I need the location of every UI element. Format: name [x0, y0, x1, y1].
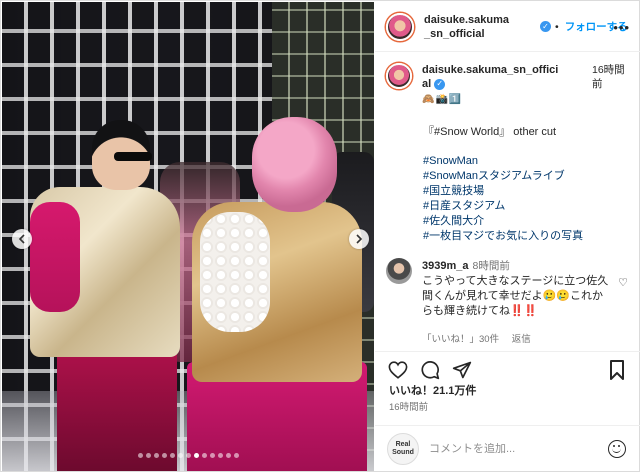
- carousel-dot: [209, 453, 215, 458]
- comment-body: 3939m_a 8時間前 こうやって大きなステージに立つ佐久間くんが見れて幸せだよ…: [422, 258, 612, 345]
- chevron-left-icon: [18, 234, 25, 244]
- like-button[interactable]: [387, 359, 409, 381]
- bookmark-icon: [610, 359, 624, 380]
- carousel-dot: [153, 453, 159, 458]
- caption-emoji: 🙈📸1️⃣: [422, 94, 463, 105]
- caption-time: 16時間 前: [592, 63, 628, 105]
- add-comment-bar: Real Sound: [375, 425, 640, 471]
- emoji-icon[interactable]: [608, 439, 626, 458]
- separator: •: [555, 20, 559, 33]
- carousel-dot: [217, 453, 223, 458]
- heart-icon: [388, 360, 408, 379]
- carousel-next-button[interactable]: [349, 229, 369, 249]
- carousel-dot: [201, 453, 207, 458]
- likes-count[interactable]: いいね！21.1万件: [389, 382, 476, 398]
- comment-meta: 「いいね！」30件 返信: [422, 331, 612, 345]
- comment-like-heart-icon[interactable]: ♡: [618, 258, 628, 345]
- share-icon: [452, 361, 472, 378]
- sunglasses: [114, 152, 152, 161]
- comment-text: こうやって大きなステージに立つ佐久間くんが見れて幸せだよ🥲🥲これからも輝き続けて…: [422, 274, 612, 319]
- carousel-dot: [193, 453, 199, 458]
- chevron-right-icon: [356, 234, 363, 244]
- post-timestamp: 16時間前: [389, 402, 429, 413]
- caption-text: 『#Snow World』 other cut: [423, 126, 557, 138]
- hashtag-link[interactable]: #SnowManスタジアムライブ: [423, 169, 640, 184]
- commenter-username[interactable]: 3939m_a: [422, 260, 469, 272]
- author-name-line1[interactable]: daisuke.sakuma: [424, 14, 509, 26]
- comment-icon: [421, 360, 440, 379]
- author-name-line2[interactable]: _sn_official: [424, 28, 485, 40]
- current-user-avatar: Real Sound: [387, 432, 419, 465]
- list-item: [375, 345, 640, 350]
- comment-item: 3939m_a 8時間前 こうやって大きなステージに立つ佐久間くんが見れて幸せだよ…: [375, 258, 640, 345]
- comments-section[interactable]: daisuke.sakuma_sn_offici al ✓ 🙈📸1️⃣ 16時間…: [375, 53, 640, 350]
- save-button[interactable]: [606, 359, 628, 381]
- hashtag-link[interactable]: #一枚目マジでお気に入りの写真: [423, 229, 640, 244]
- hashtag-link[interactable]: #日産スタジアム: [423, 199, 640, 214]
- caption-author-avatar[interactable]: [386, 63, 412, 89]
- comment-likes[interactable]: 「いいね！」30件: [422, 334, 499, 345]
- share-button[interactable]: [451, 359, 473, 381]
- carousel-dot: [145, 453, 151, 458]
- carousel-dot: [137, 453, 143, 458]
- hashtag-link[interactable]: #国立競技場: [423, 184, 640, 199]
- hashtag-list: #SnowMan #SnowManスタジアムライブ #国立競技場 #日産スタジア…: [423, 154, 640, 244]
- author-username[interactable]: daisuke.sakuma _sn_official: [424, 13, 536, 41]
- hashtag-link[interactable]: #SnowMan: [423, 154, 640, 169]
- caption-header: daisuke.sakuma_sn_offici al ✓ 🙈📸1️⃣ 16時間…: [375, 53, 640, 105]
- comment-button[interactable]: [419, 359, 441, 381]
- carousel-dot: [185, 453, 191, 458]
- carousel-dot: [161, 453, 167, 458]
- carousel-dot: [233, 453, 239, 458]
- post-photo[interactable]: [2, 2, 374, 471]
- author-avatar[interactable]: [386, 12, 414, 41]
- instagram-post-modal: daisuke.sakuma _sn_official ✓ • フォローする •…: [0, 0, 640, 472]
- comment-header: 3939m_a 8時間前: [422, 258, 612, 273]
- carousel-prev-button[interactable]: [12, 229, 32, 249]
- caption-time-line1: 16時間: [592, 64, 625, 76]
- carousel-dot: [169, 453, 175, 458]
- comment-input[interactable]: [429, 442, 599, 455]
- feather-epaulette: [200, 212, 270, 332]
- hashtag-link[interactable]: #佐久間大介: [423, 214, 640, 229]
- verified-icon: ✓: [540, 21, 551, 32]
- caption-author-name[interactable]: daisuke.sakuma_sn_offici: [422, 64, 558, 76]
- more-icon[interactable]: •••: [613, 20, 630, 35]
- caption-author: daisuke.sakuma_sn_offici al ✓ 🙈📸1️⃣: [422, 63, 592, 105]
- carousel-dot: [177, 453, 183, 458]
- caption-author-name-2[interactable]: al: [422, 78, 431, 90]
- comment-exclaim: ‼️‼️: [510, 305, 538, 317]
- performer-right-pink-hair: [252, 117, 337, 212]
- reply-button[interactable]: 返信: [512, 334, 531, 345]
- verified-icon: ✓: [434, 78, 446, 90]
- post-header: daisuke.sakuma _sn_official ✓ • フォローする •…: [375, 2, 640, 52]
- commenter-avatar[interactable]: [386, 258, 412, 284]
- carousel-dot: [225, 453, 231, 458]
- post-sidebar: daisuke.sakuma _sn_official ✓ • フォローする •…: [375, 2, 640, 472]
- carousel-indicator: [2, 453, 374, 458]
- caption-time-line2: 前: [592, 78, 603, 90]
- comment-time: 8時間前: [472, 260, 510, 272]
- performer-left-sleeve: [30, 202, 80, 312]
